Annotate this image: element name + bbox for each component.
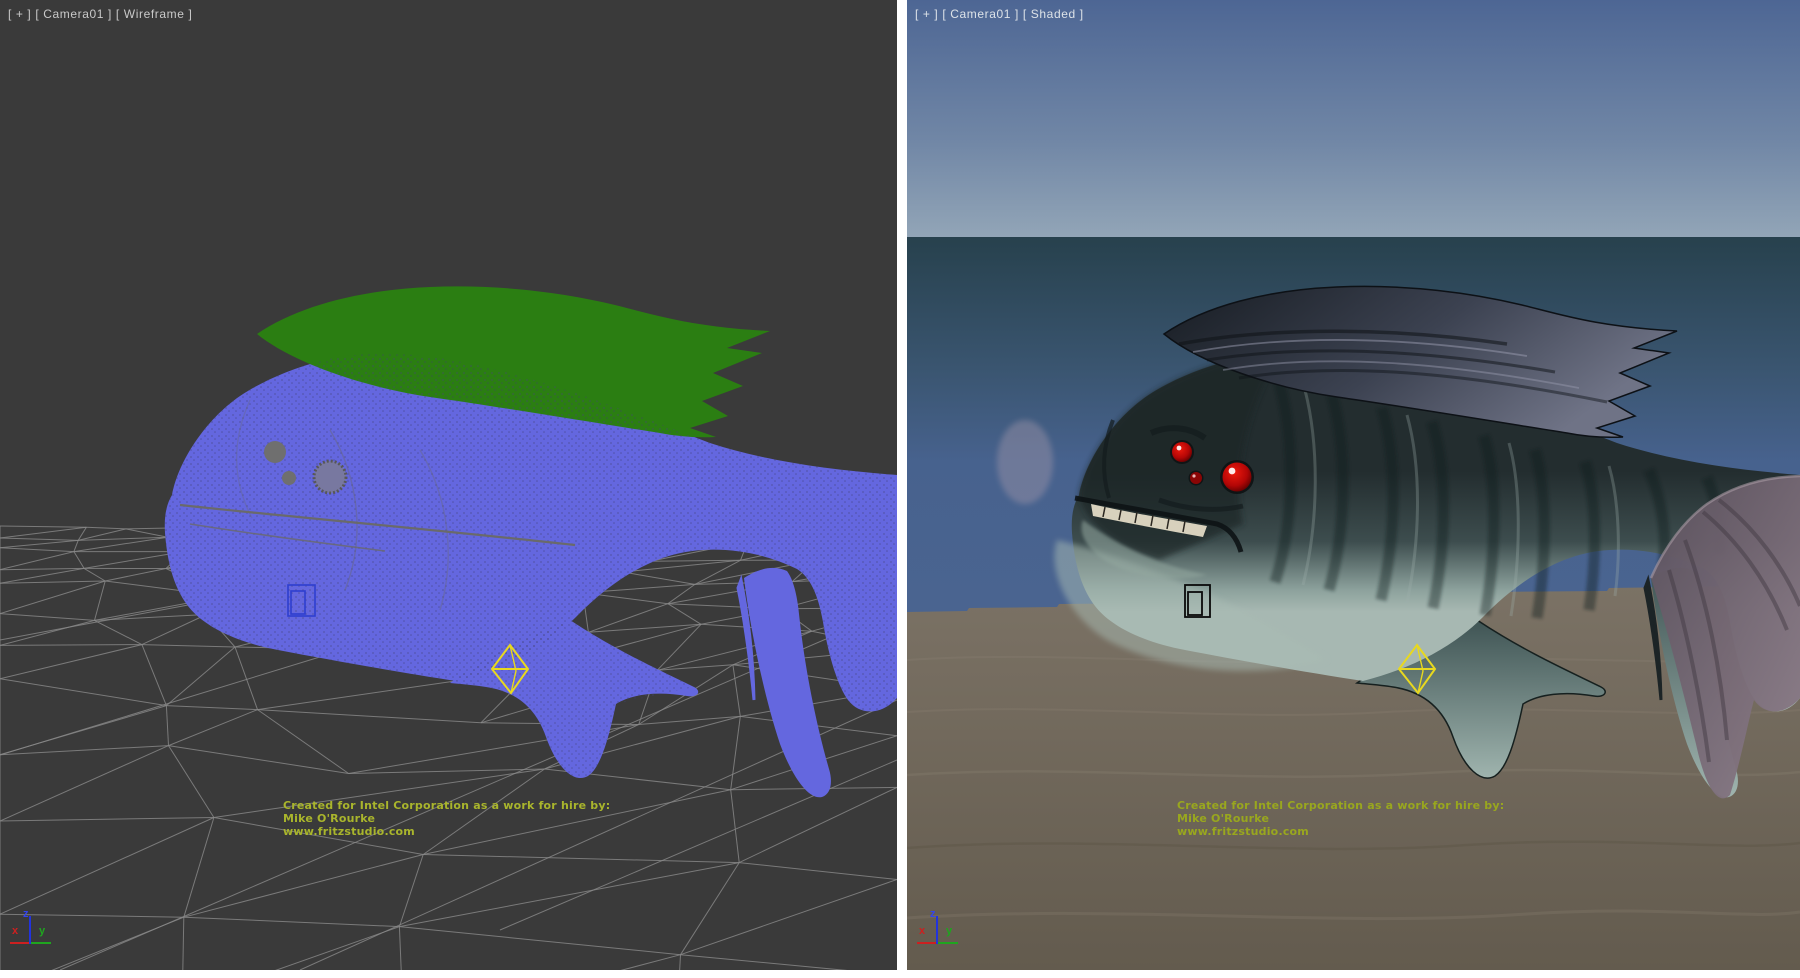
- viewport-splitter[interactable]: [897, 0, 907, 970]
- attribution-line-3: www.fritzstudio.com: [283, 825, 610, 838]
- axis-x-label: x: [919, 926, 925, 937]
- axis-z-label: z: [930, 909, 936, 920]
- general-viewport-menu[interactable]: [ + ]: [8, 7, 31, 21]
- attribution-line-1: Created for Intel Corporation as a work …: [283, 799, 610, 812]
- axis-z-arm: [29, 916, 31, 944]
- attribution-text: Created for Intel Corporation as a work …: [283, 799, 610, 838]
- axis-x-arm: [917, 942, 937, 944]
- attribution-text: Created for Intel Corporation as a work …: [1177, 799, 1504, 838]
- axis-x-arm: [10, 942, 30, 944]
- axis-y-label: y: [946, 926, 952, 937]
- shading-menu[interactable]: [ Wireframe ]: [116, 7, 192, 21]
- viewport-label-right: [ + ] [ Camera01 ] [ Shaded ]: [915, 7, 1088, 21]
- shading-menu[interactable]: [ Shaded ]: [1023, 7, 1084, 21]
- viewport-wireframe[interactable]: [ + ] [ Camera01 ] [ Wireframe ] Created f…: [0, 0, 897, 970]
- sky: [907, 0, 1800, 237]
- axis-z-arm: [936, 916, 938, 944]
- attribution-line-3: www.fritzstudio.com: [1177, 825, 1504, 838]
- general-viewport-menu[interactable]: [ + ]: [915, 7, 938, 21]
- axis-x-label: x: [12, 926, 18, 937]
- attribution-line-2: Mike O'Rourke: [283, 812, 610, 825]
- axis-y-label: y: [39, 926, 45, 937]
- axis-y-arm: [937, 942, 958, 944]
- attribution-line-1: Created for Intel Corporation as a work …: [1177, 799, 1504, 812]
- axis-tripod: x y z: [9, 913, 69, 949]
- axis-tripod: x y z: [916, 913, 976, 949]
- axis-z-label: z: [23, 909, 29, 920]
- point-of-view-menu[interactable]: [ Camera01 ]: [942, 7, 1019, 21]
- viewport-label-left: [ + ] [ Camera01 ] [ Wireframe ]: [8, 7, 196, 21]
- window-edge: [0, 970, 1800, 978]
- axis-y-arm: [30, 942, 51, 944]
- brow-patch: [997, 420, 1053, 504]
- point-of-view-menu[interactable]: [ Camera01 ]: [35, 7, 112, 21]
- viewport-shaded[interactable]: [ + ] [ Camera01 ] [ Shaded ] Created for …: [907, 0, 1800, 970]
- attribution-line-2: Mike O'Rourke: [1177, 812, 1504, 825]
- max-split-viewports: [ + ] [ Camera01 ] [ Wireframe ] Created f…: [0, 0, 1800, 978]
